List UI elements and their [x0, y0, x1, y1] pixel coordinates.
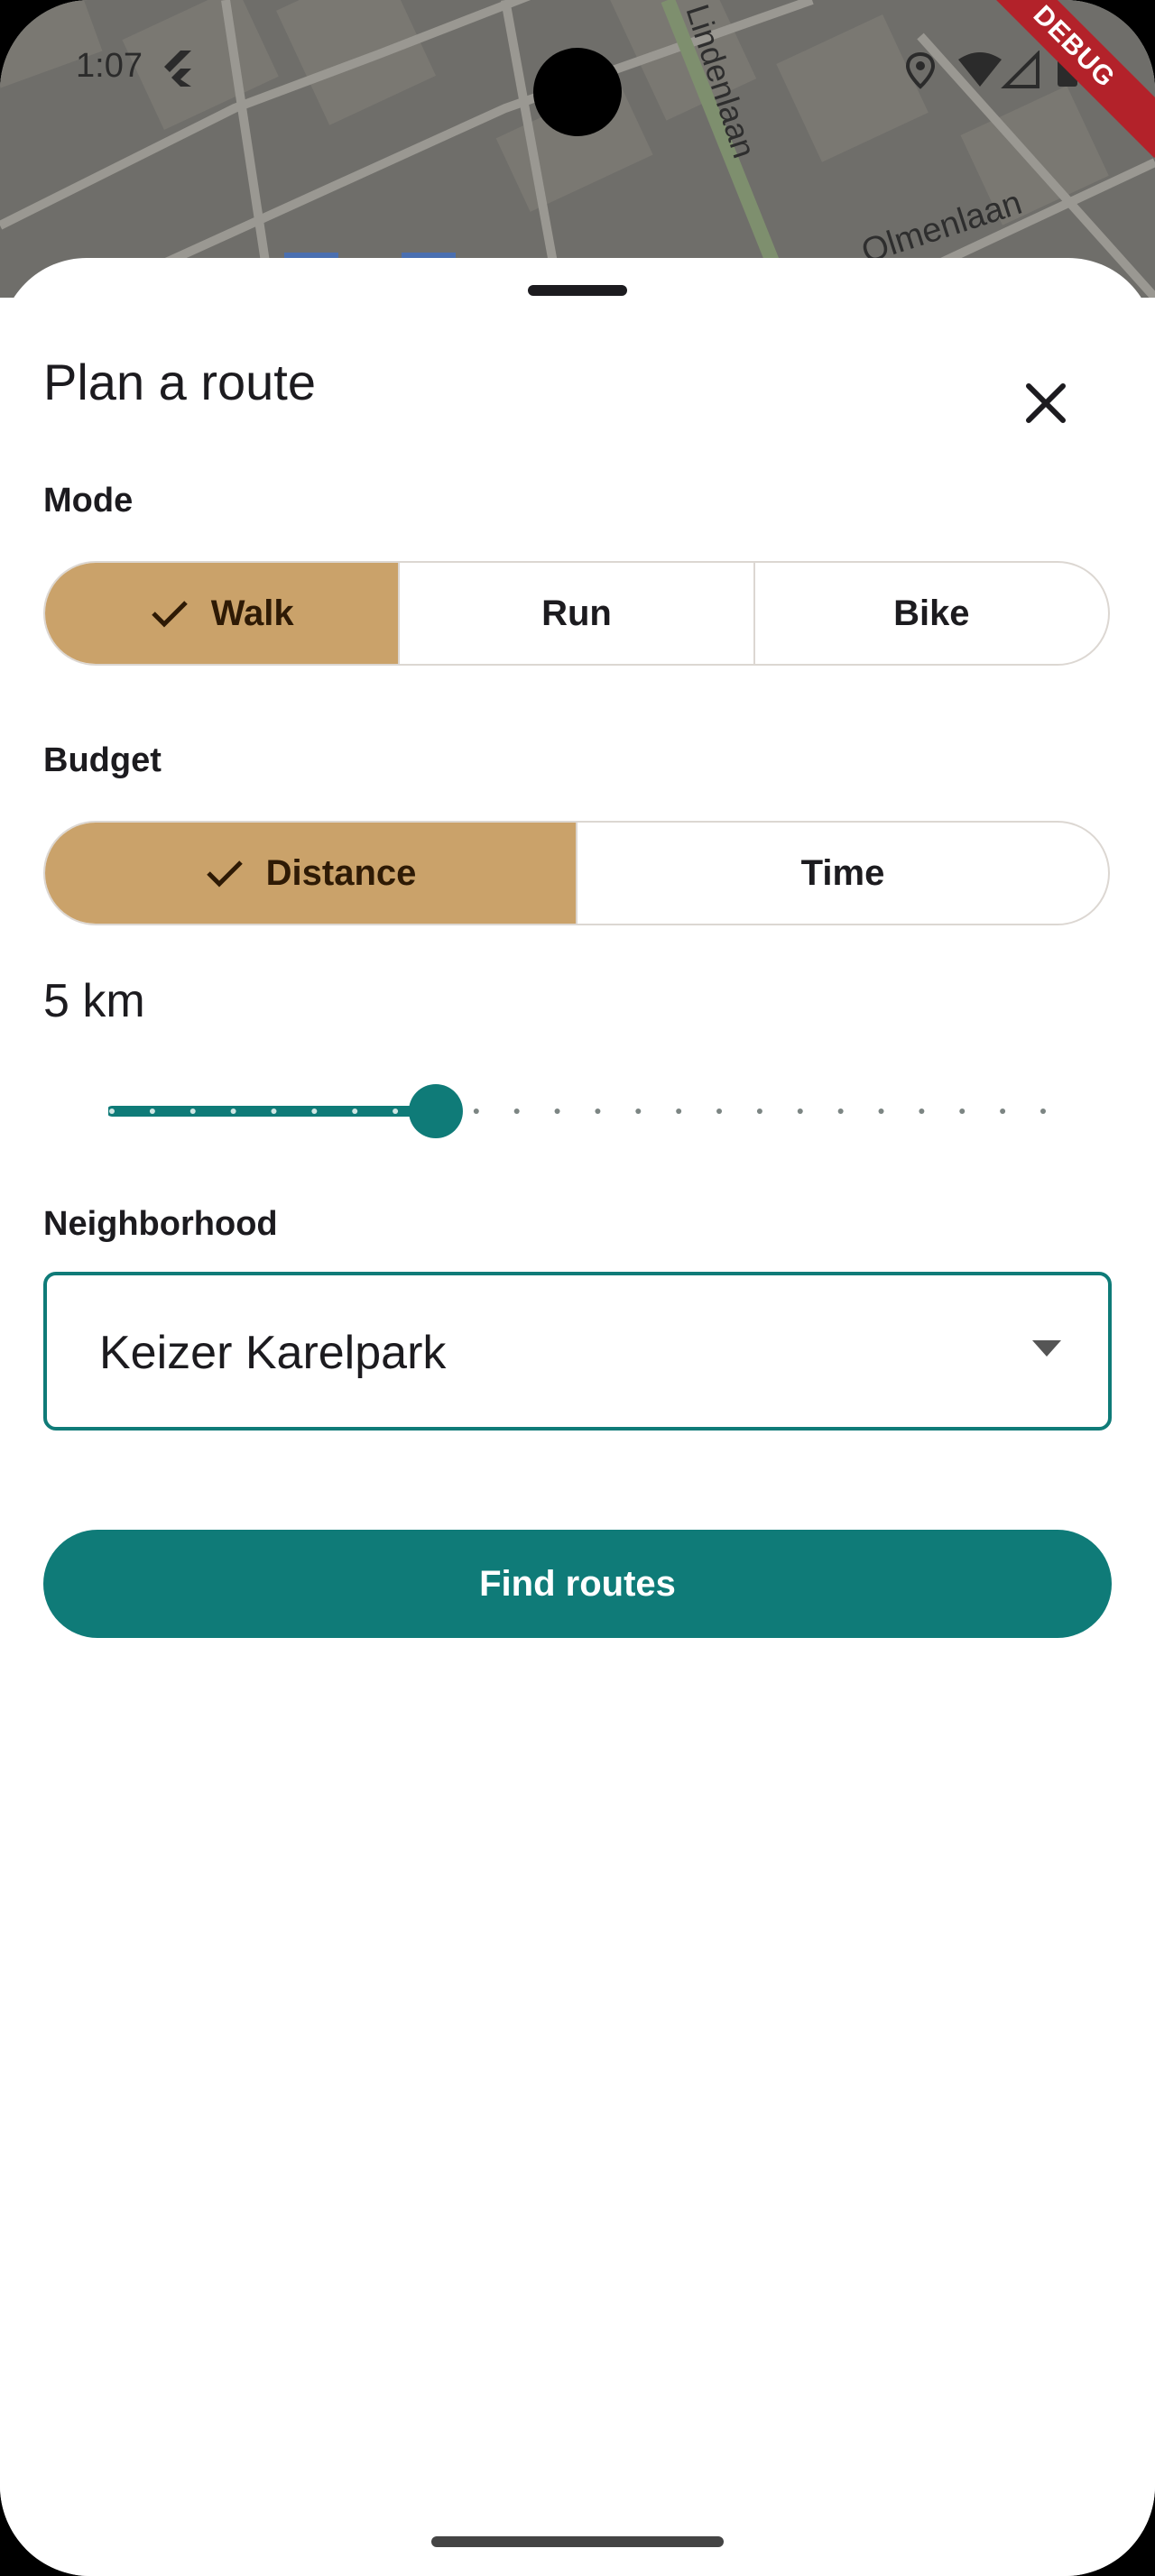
check-icon: [151, 601, 188, 628]
slider-tick: [473, 1109, 479, 1114]
wifi-icon: [958, 52, 1002, 87]
slider-tick: [959, 1109, 966, 1114]
neighborhood-selected: Keizer Karelpark: [99, 1327, 447, 1379]
flutter-icon: [164, 51, 191, 87]
slider-tick: [271, 1109, 277, 1114]
slider-tick: [919, 1109, 925, 1114]
mode-option-label: Bike: [893, 593, 970, 633]
front-camera: [533, 48, 622, 136]
slider-tick: [635, 1109, 642, 1114]
plan-route-sheet: Plan a route Mode Walk Run Bike Budget D…: [0, 258, 1155, 2576]
slider-tick: [1000, 1109, 1006, 1114]
budget-option-label: Distance: [265, 852, 417, 893]
neighborhood-dropdown[interactable]: Keizer Karelpark: [43, 1272, 1112, 1431]
budget-option-distance[interactable]: Distance: [45, 823, 576, 924]
budget-segmented-control: Distance Time: [43, 821, 1110, 925]
close-icon[interactable]: [1007, 364, 1085, 442]
distance-slider[interactable]: [108, 1075, 1047, 1147]
slider-tick: [878, 1109, 884, 1114]
slider-tick: [513, 1109, 520, 1114]
slider-tick: [676, 1109, 682, 1114]
budget-option-label: Time: [800, 852, 885, 893]
signal-icon: [1001, 51, 1040, 88]
sheet-title: Plan a route: [43, 354, 316, 410]
slider-tick: [797, 1109, 803, 1114]
slider-tick: [756, 1109, 762, 1114]
dropdown-arrow-icon: [1032, 1340, 1061, 1357]
slider-tick: [595, 1109, 601, 1114]
mode-option-label: Walk: [210, 593, 294, 633]
slider-tick: [149, 1109, 155, 1114]
home-indicator: [431, 2536, 724, 2547]
slider-tick: [311, 1109, 318, 1114]
slider-tick: [230, 1109, 236, 1114]
location-icon: [905, 51, 936, 89]
slider-tick: [554, 1109, 560, 1114]
status-time: 1:07: [76, 47, 143, 85]
mode-label: Mode: [43, 482, 134, 520]
status-bar: 1:07: [0, 0, 1155, 136]
app-screen: Lindenlaan Olmenlaan 1:07 DEBUG Plan a r…: [0, 0, 1155, 2576]
mode-option-run[interactable]: Run: [398, 563, 753, 664]
slider-tick: [189, 1109, 196, 1114]
find-routes-button[interactable]: Find routes: [43, 1530, 1112, 1638]
mode-segmented-control: Walk Run Bike: [43, 561, 1110, 666]
mode-option-label: Run: [541, 593, 612, 633]
budget-value: 5 km: [43, 975, 145, 1027]
mode-option-bike[interactable]: Bike: [753, 563, 1108, 664]
slider-tick: [109, 1109, 115, 1114]
slider-tick: [716, 1109, 723, 1114]
slider-tick: [1040, 1109, 1046, 1114]
budget-label: Budget: [43, 741, 162, 779]
drag-handle[interactable]: [528, 285, 627, 296]
neighborhood-label: Neighborhood: [43, 1205, 278, 1243]
mode-option-walk[interactable]: Walk: [45, 563, 399, 664]
budget-option-time[interactable]: Time: [576, 823, 1108, 924]
slider-thumb[interactable]: [408, 1084, 463, 1138]
check-icon: [206, 860, 243, 888]
slider-tick: [393, 1109, 399, 1114]
slider-tick: [352, 1109, 358, 1114]
slider-tick: [837, 1109, 844, 1114]
